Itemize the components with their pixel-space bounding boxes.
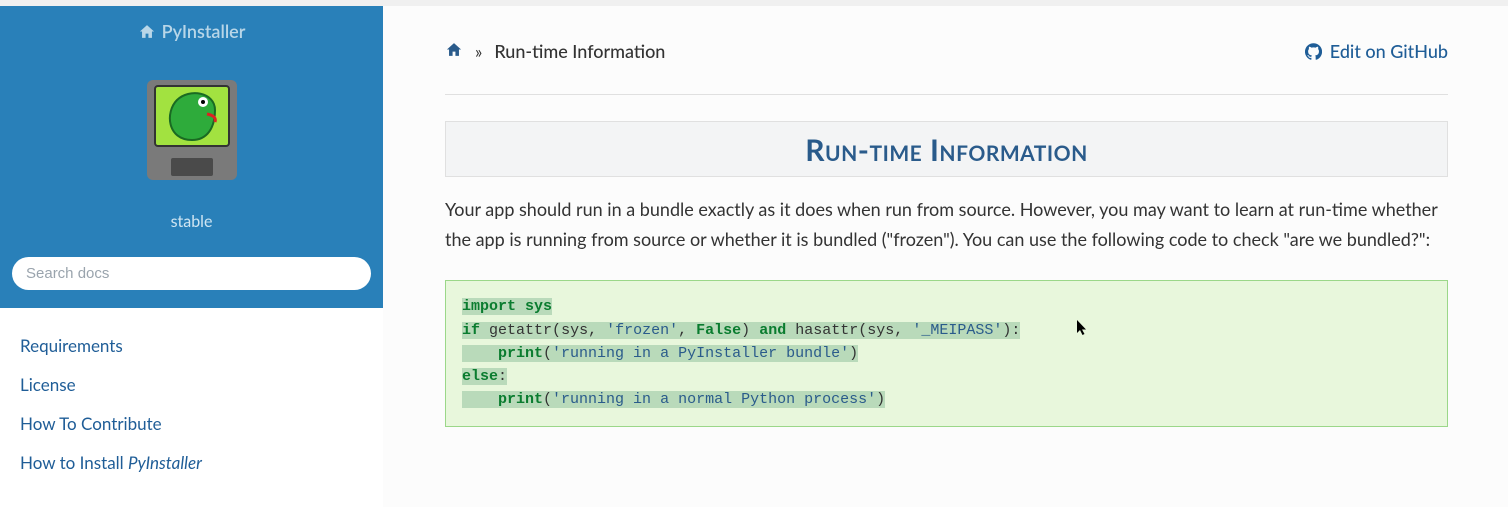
edit-label: Edit on GitHub (1330, 40, 1448, 62)
edit-on-github-link[interactable]: Edit on GitHub (1305, 40, 1448, 62)
breadcrumb-current: Run-time Information (494, 40, 665, 62)
brand-link[interactable]: PyInstaller (138, 20, 246, 42)
sidebar-item-0[interactable]: Requirements (20, 326, 363, 365)
sidebar-item-1[interactable]: License (20, 365, 363, 404)
search-wrap (0, 243, 383, 308)
sidebar-item-3[interactable]: How to Install PyInstaller (20, 443, 363, 482)
logo-icon (137, 62, 247, 202)
home-icon (445, 41, 463, 58)
sidebar-item-2[interactable]: How To Contribute (20, 404, 363, 443)
code-example: import sys if getattr(sys, 'frozen', Fal… (445, 280, 1448, 426)
logo (137, 62, 247, 202)
home-icon (138, 23, 156, 40)
search-input[interactable] (12, 257, 371, 290)
github-icon (1305, 43, 1322, 60)
sidebar-nav: RequirementsLicenseHow To ContributeHow … (0, 308, 383, 482)
breadcrumb-separator: » (475, 41, 482, 62)
version-label: stable (0, 212, 383, 231)
sidebar: PyInstaller stable RequirementsLicenseHo… (0, 6, 383, 507)
sidebar-header: PyInstaller stable (0, 6, 383, 243)
brand-name: PyInstaller (162, 20, 246, 42)
main-content: » Run-time Information Edit on GitHub Ru… (383, 6, 1508, 507)
page-title: Run-time Information (445, 121, 1448, 177)
intro-paragraph: Your app should run in a bundle exactly … (445, 195, 1448, 254)
breadcrumb: » Run-time Information Edit on GitHub (445, 40, 1448, 62)
divider (445, 94, 1448, 95)
breadcrumb-home[interactable] (445, 40, 463, 62)
